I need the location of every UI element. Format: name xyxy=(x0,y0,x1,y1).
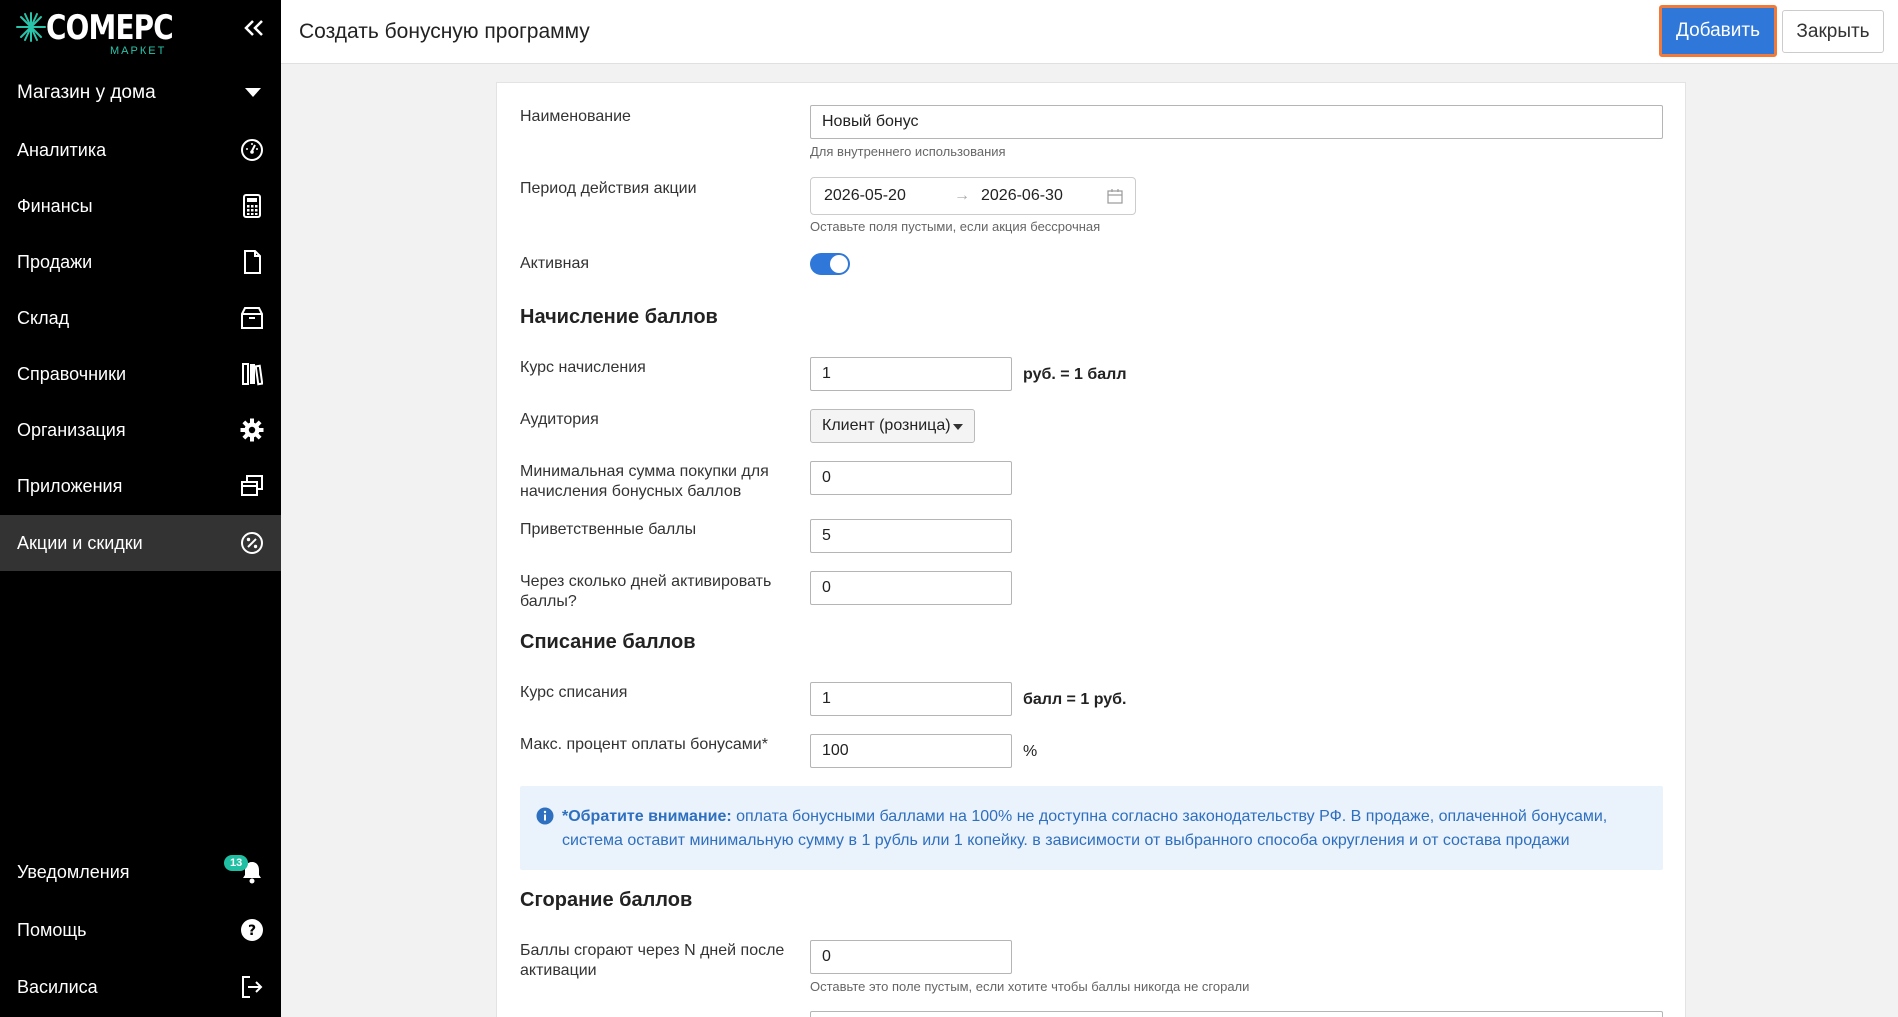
sidebar-item-label: Приложения xyxy=(17,475,123,496)
name-help: Для внутреннего использования xyxy=(810,144,1006,159)
welcome-points-label: Приветственные баллы xyxy=(520,521,697,538)
audience-value: Клиент (розница) xyxy=(822,417,951,434)
store-name: Магазин у дома xyxy=(17,82,156,103)
logo-sub: МАРКЕТ xyxy=(110,45,167,57)
max-percent-suffix: % xyxy=(1023,743,1038,760)
audience-select[interactable]: Клиент (розница) xyxy=(810,409,975,443)
gear-icon xyxy=(239,417,265,443)
period-start-input[interactable]: 2026-05-20 xyxy=(824,187,906,205)
burn-days-help: Оставьте это поле пустым, если хотите чт… xyxy=(810,979,1250,994)
sidebar-item-label: Финансы xyxy=(17,195,93,216)
period-label: Период действия акции xyxy=(520,180,697,197)
arrow-right-icon: → xyxy=(954,187,970,204)
notifications-badge: 13 xyxy=(224,855,249,871)
collapse-sidebar-button[interactable] xyxy=(240,14,268,42)
sidebar-item-label: Помощь xyxy=(17,919,87,940)
info-icon xyxy=(536,807,554,825)
writeoff-rate-label: Курс списания xyxy=(520,684,628,701)
name-label: Наименование xyxy=(520,108,631,125)
accrual-section-title: Начисление баллов xyxy=(520,306,718,328)
period-range-picker[interactable]: 2026-05-20 → 2026-06-30 xyxy=(810,177,1136,215)
close-button[interactable]: Закрыть xyxy=(1782,10,1884,53)
sidebar-item-label: Уведомления xyxy=(17,861,130,882)
period-help: Оставьте поля пустыми, если акция бессро… xyxy=(810,219,1101,234)
store-selector[interactable]: Магазин у дома xyxy=(0,70,281,116)
gauge-icon xyxy=(239,137,265,163)
accrual-rate-input[interactable]: 1 xyxy=(810,357,1012,391)
chevrons-left-icon xyxy=(244,20,263,36)
windows-icon xyxy=(239,473,265,499)
sidebar-item-analytics[interactable]: Аналитика xyxy=(0,122,281,178)
sidebar-item-warehouse[interactable]: Склад xyxy=(0,290,281,346)
activate-days-input[interactable]: 0 xyxy=(810,571,1012,605)
max-percent-label: Макс. процент оплаты бонусами* xyxy=(520,736,768,753)
sidebar-item-organization[interactable]: Организация xyxy=(0,402,281,458)
sidebar-item-user[interactable]: Василиса xyxy=(0,959,281,1015)
accrual-rate-suffix: руб. = 1 балл xyxy=(1023,366,1127,383)
burn-section-title: Сгорание баллов xyxy=(520,889,693,911)
sidebar-item-help[interactable]: Помощь ? xyxy=(0,902,281,958)
svg-text:?: ? xyxy=(248,923,256,939)
calendar-icon[interactable] xyxy=(1107,188,1123,204)
books-icon xyxy=(239,361,265,387)
logo-star-icon xyxy=(16,12,46,42)
sidebar-item-label: Склад xyxy=(17,307,70,328)
sidebar-item-notifications[interactable]: Уведомления xyxy=(0,844,281,900)
sidebar-item-apps[interactable]: Приложения xyxy=(0,458,281,514)
sidebar-item-label: Акции и скидки xyxy=(17,532,143,553)
sidebar-item-label: Организация xyxy=(17,419,126,440)
sidebar-item-directories[interactable]: Справочники xyxy=(0,346,281,402)
period-end-input[interactable]: 2026-06-30 xyxy=(981,187,1063,205)
page-title: Создать бонусную программу xyxy=(299,20,590,43)
help-icon: ? xyxy=(239,917,265,943)
welcome-points-input[interactable]: 5 xyxy=(810,519,1012,553)
box-icon xyxy=(239,305,265,331)
document-icon xyxy=(239,249,265,275)
writeoff-rate-suffix: балл = 1 руб. xyxy=(1023,691,1127,708)
logo[interactable]: COMEPC МАРКЕТ xyxy=(16,8,174,57)
active-label: Активная xyxy=(520,255,590,272)
calculator-icon xyxy=(239,193,265,219)
caret-down-icon xyxy=(953,424,963,430)
legal-notice: *Обратите внимание: оплата бонусными бал… xyxy=(520,786,1663,870)
name-input[interactable]: Новый бонус xyxy=(810,105,1663,139)
sidebar: COMEPC МАРКЕТ Магазин у дома Аналитика Ф… xyxy=(0,0,281,1017)
burn-days-label: Баллы сгорают через N дней после активац… xyxy=(520,942,785,979)
notice-text: *Обратите внимание: оплата бонусными бал… xyxy=(562,805,1642,853)
sidebar-item-label: Справочники xyxy=(17,363,127,384)
logout-icon xyxy=(239,974,265,1000)
sidebar-item-sales[interactable]: Продажи xyxy=(0,234,281,290)
max-percent-input[interactable]: 100 xyxy=(810,734,1012,768)
page-header: Создать бонусную программу Добавить Закр… xyxy=(281,0,1898,64)
add-button[interactable]: Добавить xyxy=(1659,5,1777,57)
active-toggle[interactable] xyxy=(810,253,850,275)
user-name: Василиса xyxy=(17,976,98,997)
sidebar-item-finance[interactable]: Финансы xyxy=(0,178,281,234)
next-field-input[interactable] xyxy=(810,1011,1663,1017)
writeoff-section-title: Списание баллов xyxy=(520,631,696,653)
min-sum-label: Минимальная сумма покупки для начисления… xyxy=(520,463,769,500)
bonus-program-form: Наименование Новый бонус Для внутреннего… xyxy=(496,82,1686,1017)
logo-name: COMEPC xyxy=(46,8,174,48)
notice-bold: *Обратите внимание: xyxy=(562,808,732,825)
writeoff-rate-input[interactable]: 1 xyxy=(810,682,1012,716)
toggle-knob xyxy=(830,255,848,273)
percent-icon xyxy=(239,530,265,556)
accrual-rate-label: Курс начисления xyxy=(520,359,646,376)
chevron-down-icon xyxy=(245,88,261,97)
sidebar-item-promotions[interactable]: Акции и скидки xyxy=(0,515,281,571)
activate-days-label: Через сколько дней активировать баллы? xyxy=(520,573,772,610)
burn-days-input[interactable]: 0 xyxy=(810,940,1012,974)
sidebar-item-label: Продажи xyxy=(17,251,93,272)
audience-label: Аудитория xyxy=(520,411,599,428)
sidebar-item-label: Аналитика xyxy=(17,139,107,160)
min-sum-input[interactable]: 0 xyxy=(810,461,1012,495)
